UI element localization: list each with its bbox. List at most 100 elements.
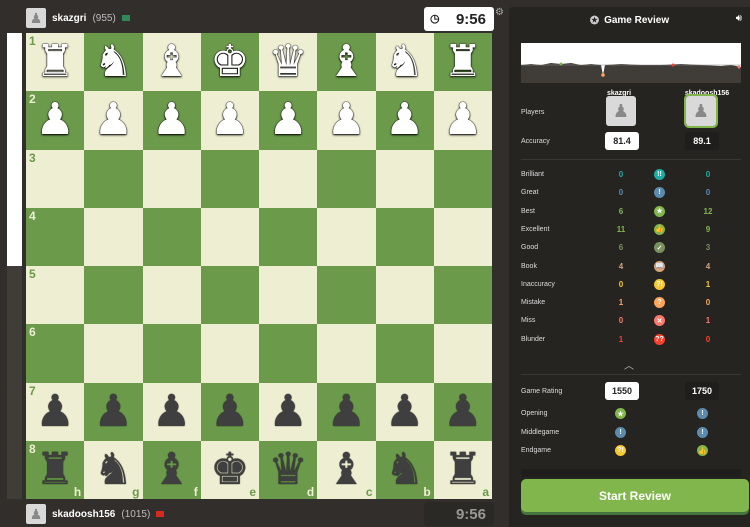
board-square[interactable] [433, 266, 492, 325]
board-square[interactable] [142, 207, 201, 266]
board-square[interactable]: ♟ [317, 91, 376, 150]
board-square[interactable]: f ♝ [142, 440, 201, 499]
board-square[interactable]: ♜ [433, 33, 492, 92]
board-square[interactable] [375, 207, 434, 266]
board-square[interactable] [433, 324, 492, 383]
top-player-name[interactable]: skazgri [52, 13, 86, 24]
board-square[interactable]: ♟ [142, 91, 201, 150]
board-square[interactable]: 7 ♟ [26, 382, 85, 441]
evaluation-graph[interactable] [521, 43, 741, 83]
white-piece-icon[interactable]: ♟ [210, 98, 249, 142]
black-piece-icon[interactable]: ♜ [35, 447, 74, 492]
board-square[interactable]: ♟ [433, 382, 492, 441]
board-square[interactable] [259, 149, 318, 208]
chevron-up-icon[interactable]: ︿ [624, 357, 634, 372]
board-square[interactable]: c ♝ [317, 440, 376, 499]
board-square[interactable]: ♟ [200, 382, 259, 441]
start-review-button[interactable]: Start Review [521, 479, 749, 512]
speaker-icon[interactable]: 🔊︎ [736, 13, 742, 24]
black-piece-icon[interactable]: ♛ [268, 447, 307, 492]
board-square[interactable]: ♟ [84, 91, 143, 150]
board-square[interactable] [317, 266, 376, 325]
top-player-avatar[interactable]: ♟ [26, 8, 46, 28]
board-square[interactable] [142, 266, 201, 325]
white-piece-icon[interactable]: ♟ [327, 98, 366, 142]
board-square[interactable]: ♟ [259, 382, 318, 441]
black-piece-icon[interactable]: ♞ [94, 447, 133, 492]
bottom-player-name[interactable]: skadoosh156 [52, 509, 115, 520]
board-square[interactable] [142, 149, 201, 208]
black-piece-icon[interactable]: ♞ [385, 447, 424, 492]
white-piece-icon[interactable]: ♝ [327, 40, 366, 84]
black-piece-icon[interactable]: ♟ [35, 389, 74, 434]
white-piece-icon[interactable]: ♟ [94, 98, 133, 142]
white-piece-icon[interactable]: ♞ [385, 40, 424, 84]
white-piece-icon[interactable]: ♚ [210, 40, 249, 84]
classification-row-good[interactable]: Good 6 ✓ 3 [509, 241, 750, 255]
board-square[interactable]: ♝ [317, 33, 376, 92]
board-square[interactable] [433, 207, 492, 266]
white-piece-icon[interactable]: ♟ [35, 98, 74, 142]
classification-row-mistake[interactable]: Mistake 1? 0 [509, 296, 750, 310]
board-square[interactable] [84, 324, 143, 383]
board-square[interactable] [84, 207, 143, 266]
white-piece-icon[interactable]: ♜ [35, 40, 74, 84]
board-square[interactable]: d ♛ [259, 440, 318, 499]
black-piece-icon[interactable]: ♝ [152, 447, 191, 492]
black-piece-icon[interactable]: ♝ [327, 447, 366, 492]
white-piece-icon[interactable]: ♟ [152, 98, 191, 142]
board-square[interactable]: ♟ [433, 91, 492, 150]
classification-row-great[interactable]: Great 0! 0 [509, 186, 750, 200]
board-square[interactable] [200, 324, 259, 383]
board-square[interactable] [317, 207, 376, 266]
black-piece-icon[interactable]: ♟ [268, 389, 307, 434]
white-piece-icon[interactable]: ♝ [152, 40, 191, 84]
board-square[interactable]: ♟ [259, 91, 318, 150]
white-piece-icon[interactable]: ♛ [268, 40, 307, 84]
board-square[interactable] [84, 266, 143, 325]
white-piece-icon[interactable]: ♟ [385, 98, 424, 142]
board-square[interactable]: ♟ [142, 382, 201, 441]
black-piece-icon[interactable]: ♟ [152, 389, 191, 434]
black-piece-icon[interactable]: ♜ [443, 447, 482, 492]
board-square[interactable]: b ♞ [375, 440, 434, 499]
board-square[interactable] [375, 324, 434, 383]
board-square[interactable]: 2 ♟ [26, 91, 85, 150]
board-square[interactable]: ♟ [84, 382, 143, 441]
classification-row-brilliant[interactable]: Brilliant 0!! 0 [509, 168, 750, 182]
board-square[interactable]: 4 [26, 207, 85, 266]
black-player-avatar[interactable]: ♟ [684, 94, 718, 128]
board-square[interactable]: ♟ [375, 382, 434, 441]
black-piece-icon[interactable]: ♟ [385, 389, 424, 434]
board-square[interactable] [200, 266, 259, 325]
board-square[interactable] [317, 149, 376, 208]
board-square[interactable] [259, 266, 318, 325]
board-square[interactable]: ♟ [200, 91, 259, 150]
white-piece-icon[interactable]: ♟ [268, 98, 307, 142]
board-square[interactable] [317, 324, 376, 383]
white-piece-icon[interactable]: ♟ [443, 98, 482, 142]
classification-row-best[interactable]: Best 6 ★ 12 [509, 205, 750, 219]
gear-icon[interactable]: ⚙ [495, 7, 504, 18]
board-square[interactable] [142, 324, 201, 383]
white-player-avatar[interactable]: ♟ [606, 96, 636, 126]
white-piece-icon[interactable]: ♜ [443, 40, 482, 84]
black-piece-icon[interactable]: ♟ [443, 389, 482, 434]
board-square[interactable] [200, 207, 259, 266]
board-square[interactable]: g ♞ [84, 440, 143, 499]
board-square[interactable]: ♞ [375, 33, 434, 92]
board-square[interactable]: 6 [26, 324, 85, 383]
board-square[interactable]: ♟ [375, 91, 434, 150]
classification-row-miss[interactable]: Miss 0 ✕ 1 [509, 314, 750, 328]
board-square[interactable]: ♞ [84, 33, 143, 92]
board-square[interactable]: 5 [26, 266, 85, 325]
black-piece-icon[interactable]: ♚ [210, 447, 249, 492]
board-square[interactable] [259, 324, 318, 383]
board-square[interactable]: 3 [26, 149, 85, 208]
board-square[interactable]: ♚ [200, 33, 259, 92]
white-piece-icon[interactable]: ♞ [94, 40, 133, 84]
board-square[interactable]: e ♚ [200, 440, 259, 499]
board-square[interactable]: ♝ [142, 33, 201, 92]
classification-row-inaccuracy[interactable]: Inaccuracy 0?! 1 [509, 278, 750, 292]
board-square[interactable] [375, 266, 434, 325]
